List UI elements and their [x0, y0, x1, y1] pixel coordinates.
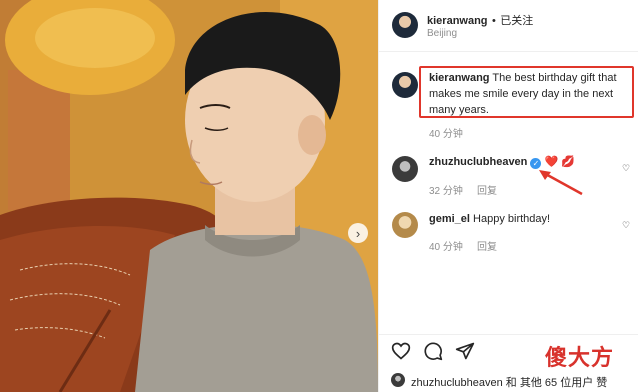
post-photo[interactable]: › [0, 0, 378, 392]
caption: kieranwang The best birthday gift that m… [429, 70, 629, 118]
avatar[interactable] [392, 212, 418, 238]
follow-status[interactable]: 已关注 [500, 15, 533, 27]
heart-icon[interactable]: ♡ [622, 163, 630, 174]
caption-username[interactable]: kieranwang [429, 72, 490, 84]
annotation-arrow [539, 170, 583, 196]
comment-time: 32 分钟 [429, 186, 463, 197]
avatar[interactable] [392, 72, 418, 98]
avatar[interactable] [392, 156, 418, 182]
avatar[interactable] [392, 12, 418, 38]
photo-illustration [0, 0, 378, 392]
header-username[interactable]: kieranwang [427, 15, 488, 27]
reply-button[interactable]: 回复 [477, 238, 497, 253]
comment-username[interactable]: zhuzhuclubheaven [429, 156, 527, 168]
comment-emoji: ❤️ 💋 [544, 156, 575, 168]
comment-username[interactable]: gemi_el [429, 213, 470, 225]
heart-icon[interactable] [391, 341, 411, 361]
comment-text: Happy birthday! [473, 213, 551, 225]
avatar[interactable] [391, 373, 405, 387]
comment-icon[interactable] [423, 341, 443, 361]
post-side-panel: kieranwang • 已关注 Beijing kieranwang The … [378, 0, 638, 392]
likes-summary[interactable]: zhuzhuclubheaven 和 其他 65 位用户 赞 [411, 374, 607, 390]
reply-button[interactable]: 回复 [477, 182, 497, 197]
comment: gemi_el Happy birthday! [429, 211, 550, 227]
caption-time: 40 分钟 [429, 129, 463, 140]
watermark-logo: 傻大方 [545, 345, 615, 371]
share-icon[interactable] [455, 341, 475, 361]
chevron-right-icon[interactable]: › [348, 223, 368, 243]
heart-icon[interactable]: ♡ [622, 220, 630, 231]
header-separator: • [491, 15, 496, 27]
post-header: kieranwang • 已关注 Beijing [379, 0, 638, 52]
location-label[interactable]: Beijing [427, 28, 457, 39]
comment-time: 40 分钟 [429, 242, 463, 253]
